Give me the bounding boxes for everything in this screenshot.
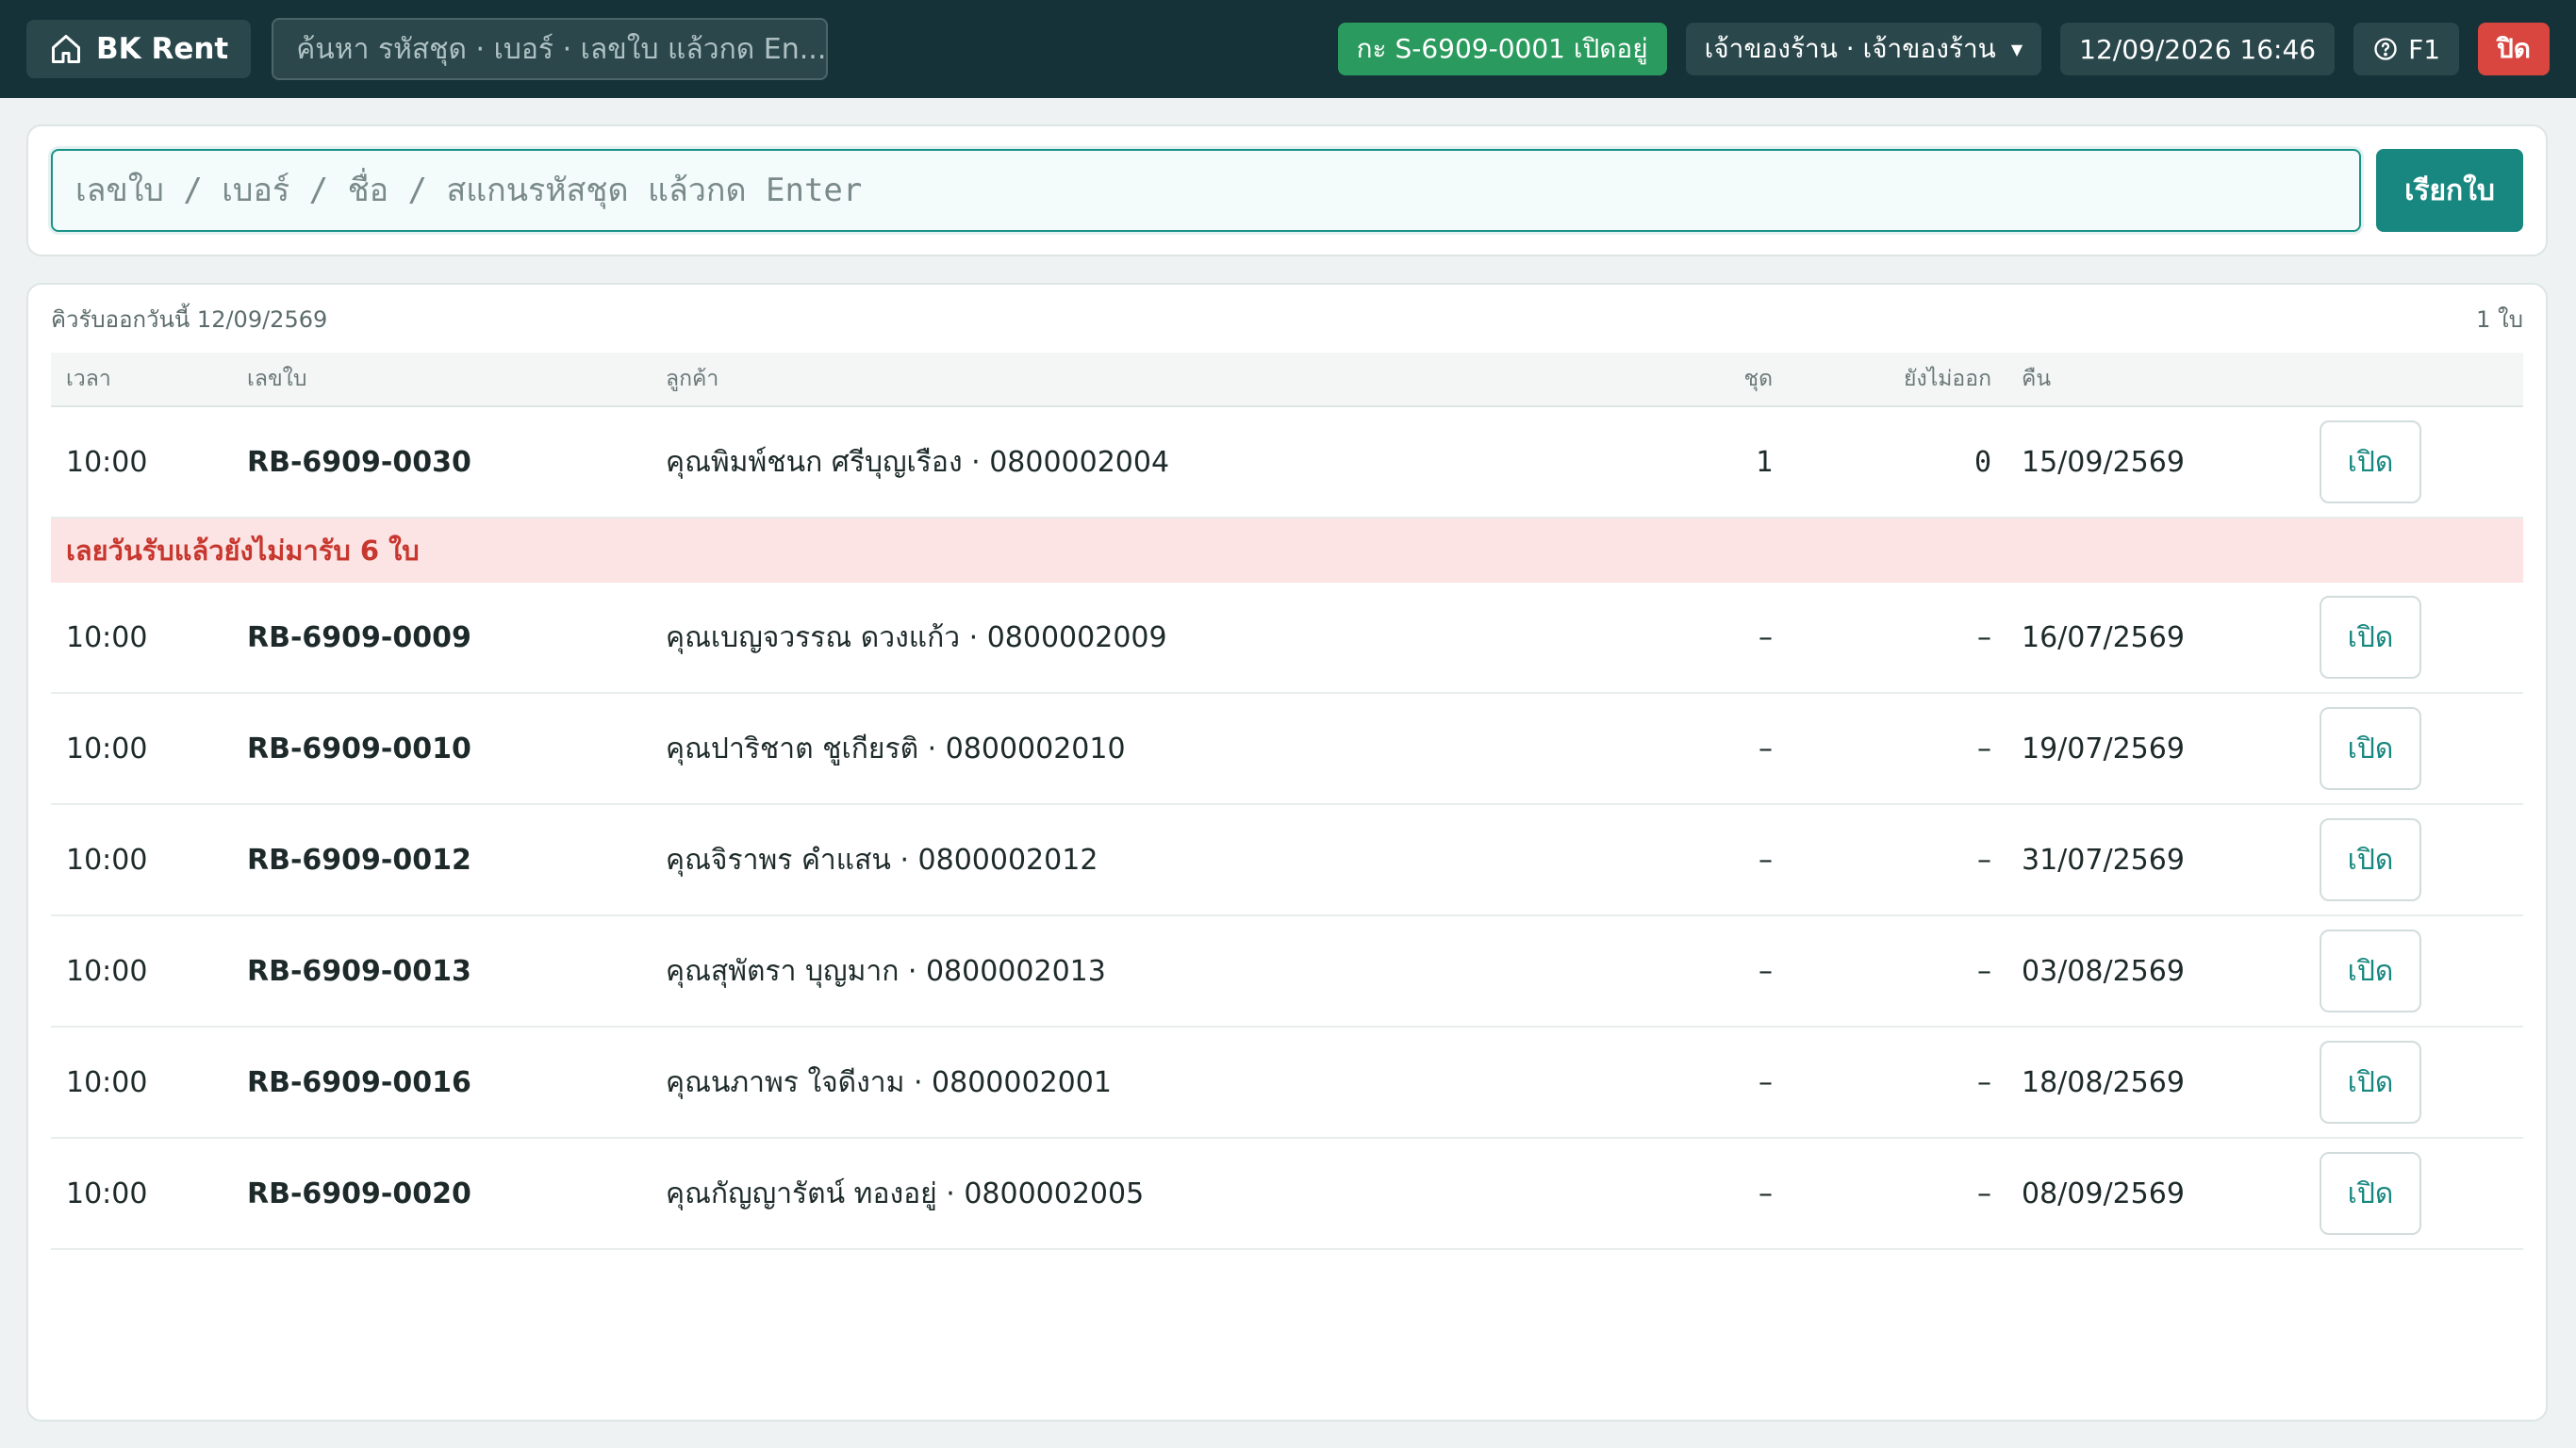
row-receipt-no: RB-6909-0009	[247, 620, 471, 654]
row-return-date: 31/07/2569	[2022, 843, 2185, 877]
home-icon	[52, 35, 80, 63]
row-customer: คุณนภาพร ใจดีงาม · 0800002001	[666, 1065, 1112, 1099]
scan-panel: เรียกใบ	[26, 124, 2548, 256]
row-not-out: –	[1977, 1065, 1991, 1099]
row-return-date: 18/08/2569	[2022, 1065, 2185, 1099]
row-customer: คุณพิมพ์ชนก ศรีบุญเรือง · 0800002004	[666, 445, 1170, 479]
pickup-queue-panel: คิวรับออกวันนี้ 12/09/2569 1 ใบ เวลา เลข…	[26, 283, 2548, 1422]
row-time: 10:00	[66, 1065, 148, 1099]
open-receipt-button[interactable]: เปิด	[2320, 1152, 2421, 1235]
open-receipt-button[interactable]: เปิด	[2320, 818, 2421, 901]
row-return-date: 15/09/2569	[2022, 445, 2185, 479]
table-header: เวลา เลขใบ ลูกค้า ชุด ยังไม่ออก คืน	[51, 353, 2523, 407]
overdue-section-header: เลยวันรับแล้วยังไม่มารับ 6 ใบ	[51, 518, 2523, 583]
chevron-down-icon: ▼	[2010, 40, 2023, 58]
brand-name: BK Rent	[96, 32, 229, 66]
row-customer: คุณจิราพร คำแสน · 0800002012	[666, 843, 1098, 877]
row-receipt-no: RB-6909-0013	[247, 954, 471, 988]
row-time: 10:00	[66, 843, 148, 877]
open-receipt-button[interactable]: เปิด	[2320, 1041, 2421, 1124]
brand-home-button[interactable]: BK Rent	[26, 20, 252, 78]
row-sets: –	[1759, 1176, 1773, 1210]
table-row: 10:00 RB-6909-0030 คุณพิมพ์ชนก ศรีบุญเรื…	[51, 407, 2523, 518]
row-time: 10:00	[66, 620, 148, 654]
row-return-date: 03/08/2569	[2022, 954, 2185, 988]
row-sets: 1	[1755, 445, 1773, 479]
global-search-placeholder: ค้นหา รหัสชุด · เบอร์ · เลขใบ แล้วกด En.…	[296, 32, 827, 66]
table-row: 10:00 RB-6909-0020 คุณกัญญารัตน์ ทองอยู่…	[51, 1139, 2523, 1250]
queue-count: 1 ใบ	[2476, 305, 2523, 333]
table-row: 10:00 RB-6909-0013 คุณสุพัตรา บุญมาก · 0…	[51, 916, 2523, 1028]
table-row: 10:00 RB-6909-0010 คุณปาริชาต ชูเกียรติ …	[51, 694, 2523, 805]
table-row: 10:00 RB-6909-0009 คุณเบญจวรรณ ดวงแก้ว ·…	[51, 583, 2523, 694]
row-sets: –	[1759, 954, 1773, 988]
open-receipt-button[interactable]: เปิด	[2320, 596, 2421, 679]
help-button[interactable]: F1	[2353, 23, 2460, 75]
row-not-out: –	[1977, 954, 1991, 988]
row-time: 10:00	[66, 732, 148, 765]
row-not-out: –	[1977, 732, 1991, 765]
global-search-input[interactable]: ค้นหา รหัสชุด · เบอร์ · เลขใบ แล้วกด En.…	[272, 18, 829, 80]
close-label: ปิด	[2497, 33, 2531, 64]
row-sets: –	[1759, 620, 1773, 654]
datetime-text: 12/09/2026 16:46	[2079, 33, 2317, 65]
row-not-out: –	[1977, 843, 1991, 877]
table-row: 10:00 RB-6909-0012 คุณจิราพร คำแสน · 080…	[51, 805, 2523, 916]
row-customer: คุณเบญจวรรณ ดวงแก้ว · 0800002009	[666, 620, 1167, 654]
row-receipt-no: RB-6909-0010	[247, 732, 471, 765]
col-return: คืน	[2022, 367, 2052, 391]
current-datetime: 12/09/2026 16:46	[2060, 23, 2336, 75]
row-receipt-no: RB-6909-0020	[247, 1176, 471, 1210]
open-receipt-button[interactable]: เปิด	[2320, 707, 2421, 790]
scan-input[interactable]	[51, 149, 2361, 232]
row-time: 10:00	[66, 1176, 148, 1210]
col-receipt-no: เลขใบ	[247, 367, 307, 391]
top-bar: BK Rent ค้นหา รหัสชุด · เบอร์ · เลขใบ แล…	[0, 0, 2576, 98]
row-sets: –	[1759, 732, 1773, 765]
row-customer: คุณสุพัตรา บุญมาก · 0800002013	[666, 954, 1106, 988]
call-receipt-button[interactable]: เรียกใบ	[2376, 149, 2523, 232]
row-return-date: 08/09/2569	[2022, 1176, 2185, 1210]
col-not-out: ยังไม่ออก	[1904, 367, 1991, 391]
user-name: เจ้าของร้าน · เจ้าของร้าน	[1704, 33, 1996, 64]
col-sets: ชุด	[1743, 367, 1773, 391]
row-receipt-no: RB-6909-0030	[247, 445, 471, 479]
user-menu-button[interactable]: เจ้าของร้าน · เจ้าของร้าน ▼	[1685, 23, 2042, 75]
open-receipt-button[interactable]: เปิด	[2320, 930, 2421, 1012]
table-row: 10:00 RB-6909-0016 คุณนภาพร ใจดีงาม · 08…	[51, 1028, 2523, 1139]
col-time: เวลา	[66, 367, 111, 391]
shift-status-text: กะ S-6909-0001 เปิดอยู่	[1356, 33, 1648, 64]
row-customer: คุณกัญญารัตน์ ทองอยู่ · 0800002005	[666, 1176, 1145, 1210]
open-receipt-button[interactable]: เปิด	[2320, 420, 2421, 503]
row-sets: –	[1759, 843, 1773, 877]
row-receipt-no: RB-6909-0012	[247, 843, 471, 877]
row-time: 10:00	[66, 954, 148, 988]
row-customer: คุณปาริชาต ชูเกียรติ · 0800002010	[666, 732, 1126, 765]
row-not-out: –	[1977, 620, 1991, 654]
queue-title: คิวรับออกวันนี้ 12/09/2569	[51, 305, 328, 333]
row-not-out: 0	[1973, 445, 1991, 479]
help-shortcut: F1	[2408, 33, 2441, 65]
help-circle-icon	[2374, 38, 2397, 60]
row-time: 10:00	[66, 445, 148, 479]
row-return-date: 19/07/2569	[2022, 732, 2185, 765]
row-not-out: –	[1977, 1176, 1991, 1210]
row-sets: –	[1759, 1065, 1773, 1099]
col-customer: ลูกค้า	[666, 367, 719, 391]
row-return-date: 16/07/2569	[2022, 620, 2185, 654]
row-receipt-no: RB-6909-0016	[247, 1065, 471, 1099]
close-button[interactable]: ปิด	[2478, 23, 2550, 75]
shift-status-badge[interactable]: กะ S-6909-0001 เปิดอยู่	[1337, 23, 1667, 75]
